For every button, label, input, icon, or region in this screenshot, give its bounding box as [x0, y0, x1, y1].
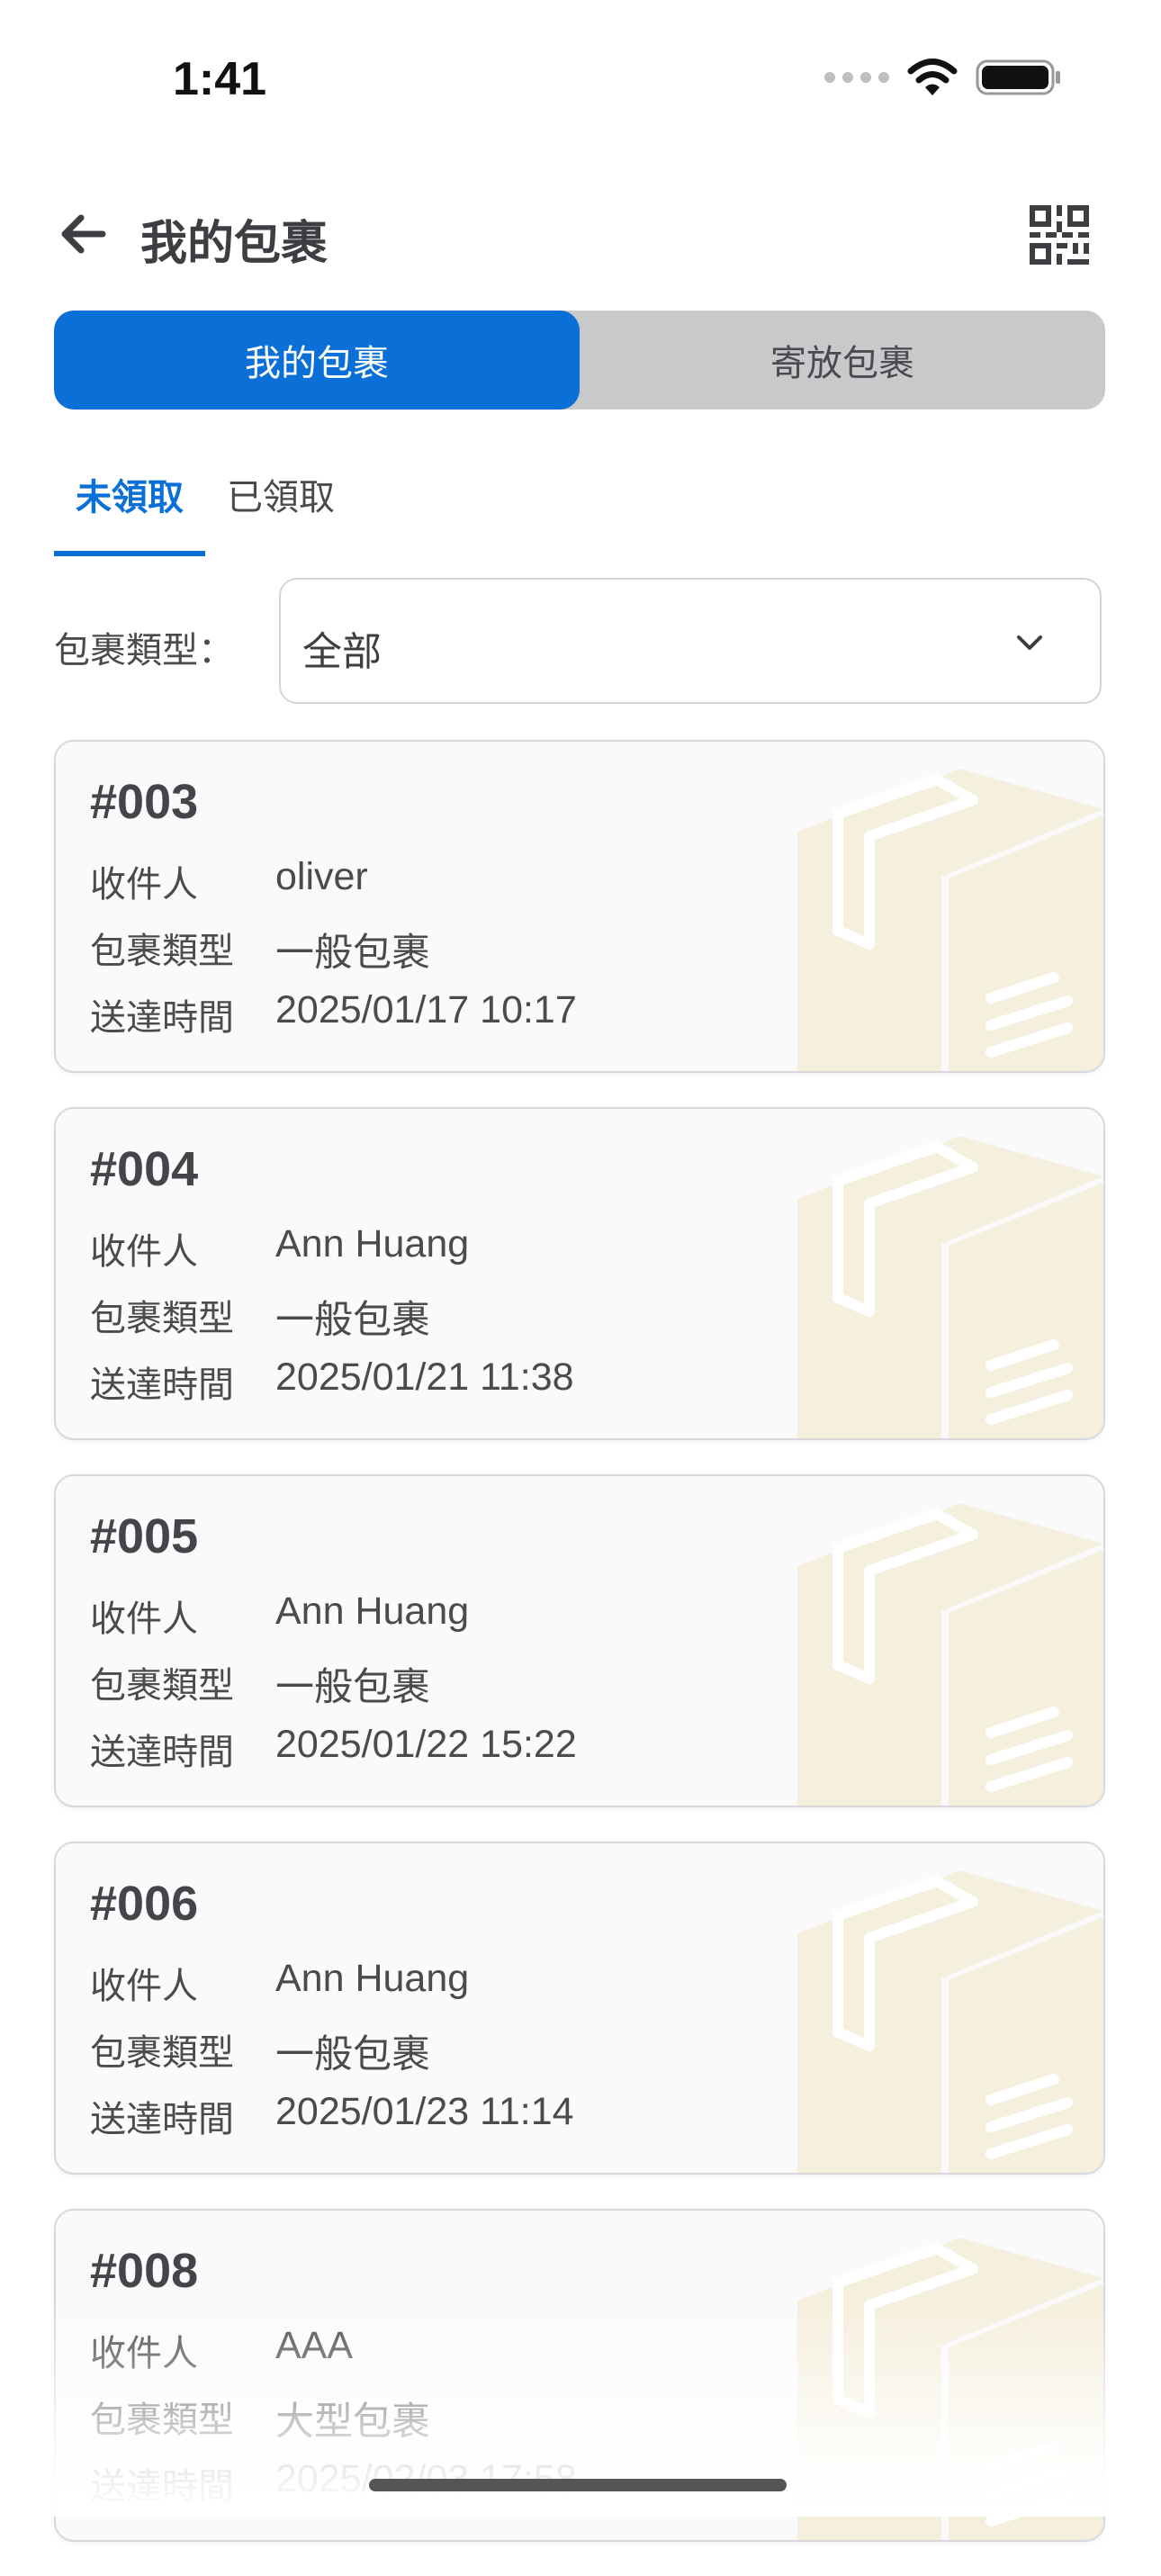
type-label: 包裹類型: [90, 2032, 234, 2074]
time-row: 送達時間 2025/01/21 11:38: [90, 1356, 574, 1408]
page-title: 我的包裹: [140, 217, 328, 271]
package-card[interactable]: #006 收件人 Ann Huang 包裹類型 一般包裹 送達時間 2025/0…: [54, 1842, 1105, 2175]
qr-code-button[interactable]: [1030, 205, 1089, 265]
time-value: 2025/01/17 10:17: [275, 988, 577, 1031]
package-card[interactable]: #003 收件人 oliver 包裹類型 一般包裹 送達時間 2025/01/1…: [54, 740, 1105, 1073]
segment-stored-packages[interactable]: 寄放包裹: [580, 311, 1105, 410]
time-row: 送達時間 2025/01/23 11:14: [90, 2090, 574, 2142]
recipient-value: Ann Huang: [275, 1957, 470, 2000]
recipient-value: Ann Huang: [275, 1590, 470, 1633]
time-label: 送達時間: [90, 2099, 234, 2140]
package-type-select[interactable]: 全部: [279, 578, 1102, 704]
recipient-label: 收件人: [90, 1966, 198, 2007]
package-box-icon: [797, 1503, 1103, 1806]
package-box-icon: [797, 1136, 1103, 1438]
time-value: 2025/01/22 15:22: [275, 1723, 577, 1766]
arrow-left-icon: [61, 214, 106, 254]
type-row: 包裹類型 一般包裹: [90, 1656, 430, 1712]
segment-my-packages[interactable]: 我的包裹: [54, 311, 580, 410]
package-box-icon: [797, 1870, 1103, 2173]
back-button[interactable]: [56, 207, 119, 261]
package-id: #006: [90, 1877, 199, 1931]
cellular-signal-icon: [824, 72, 889, 83]
package-id: #005: [90, 1509, 199, 1563]
status-tabs: 未領取 已領取: [54, 468, 356, 556]
filter-selected-value: 全部: [302, 629, 382, 675]
chevron-down-icon: [1017, 635, 1042, 650]
tab-claimed[interactable]: 已領取: [205, 468, 356, 551]
recipient-row: 收件人 Ann Huang: [90, 1590, 469, 1642]
type-value: 一般包裹: [275, 2033, 430, 2076]
filter-label: 包裹類型：: [54, 630, 234, 671]
type-value: 一般包裹: [275, 1666, 430, 1709]
recipient-value: Ann Huang: [275, 1222, 470, 1265]
segmented-control: 我的包裹 寄放包裹: [54, 311, 1105, 410]
time-value: 2025/01/21 11:38: [275, 1356, 574, 1399]
tab-unclaimed[interactable]: 未領取: [54, 468, 205, 556]
type-value: 一般包裹: [275, 932, 430, 975]
recipient-label: 收件人: [90, 1231, 198, 1273]
type-row: 包裹類型 一般包裹: [90, 1289, 430, 1345]
status-time: 1:41: [173, 53, 267, 105]
package-box-icon: [797, 769, 1103, 1071]
recipient-row: 收件人 Ann Huang: [90, 1957, 469, 2009]
time-row: 送達時間 2025/01/17 10:17: [90, 988, 577, 1040]
time-value: 2025/01/23 11:14: [275, 2090, 574, 2133]
package-card[interactable]: #004 收件人 Ann Huang 包裹類型 一般包裹 送達時間 2025/0…: [54, 1107, 1105, 1440]
qr-code-icon: [1030, 205, 1089, 265]
recipient-label: 收件人: [90, 1599, 198, 1640]
recipient-row: 收件人 Ann Huang: [90, 1222, 469, 1274]
home-indicator[interactable]: [369, 2479, 787, 2491]
time-row: 送達時間 2025/01/22 15:22: [90, 1723, 577, 1775]
type-row: 包裹類型 一般包裹: [90, 922, 430, 977]
recipient-label: 收件人: [90, 864, 198, 905]
package-card[interactable]: #005 收件人 Ann Huang 包裹類型 一般包裹 送達時間 2025/0…: [54, 1474, 1105, 1807]
time-label: 送達時間: [90, 1732, 234, 1773]
package-id: #003: [90, 775, 199, 829]
recipient-row: 收件人 oliver: [90, 855, 368, 907]
status-icons: [824, 58, 1062, 97]
type-label: 包裹類型: [90, 1665, 234, 1707]
battery-icon: [976, 59, 1060, 95]
package-list: #003 收件人 oliver 包裹類型 一般包裹 送達時間 2025/01/1…: [54, 740, 1105, 2576]
type-label: 包裹類型: [90, 931, 234, 972]
type-label: 包裹類型: [90, 1298, 234, 1339]
time-label: 送達時間: [90, 1365, 234, 1406]
package-id: #008: [90, 2244, 199, 2298]
type-value: 一般包裹: [275, 1299, 430, 1342]
time-label: 送達時間: [90, 997, 234, 1039]
package-id: #004: [90, 1142, 199, 1196]
recipient-value: oliver: [275, 855, 368, 898]
wifi-icon: [907, 59, 958, 95]
type-row: 包裹類型 一般包裹: [90, 2023, 430, 2079]
